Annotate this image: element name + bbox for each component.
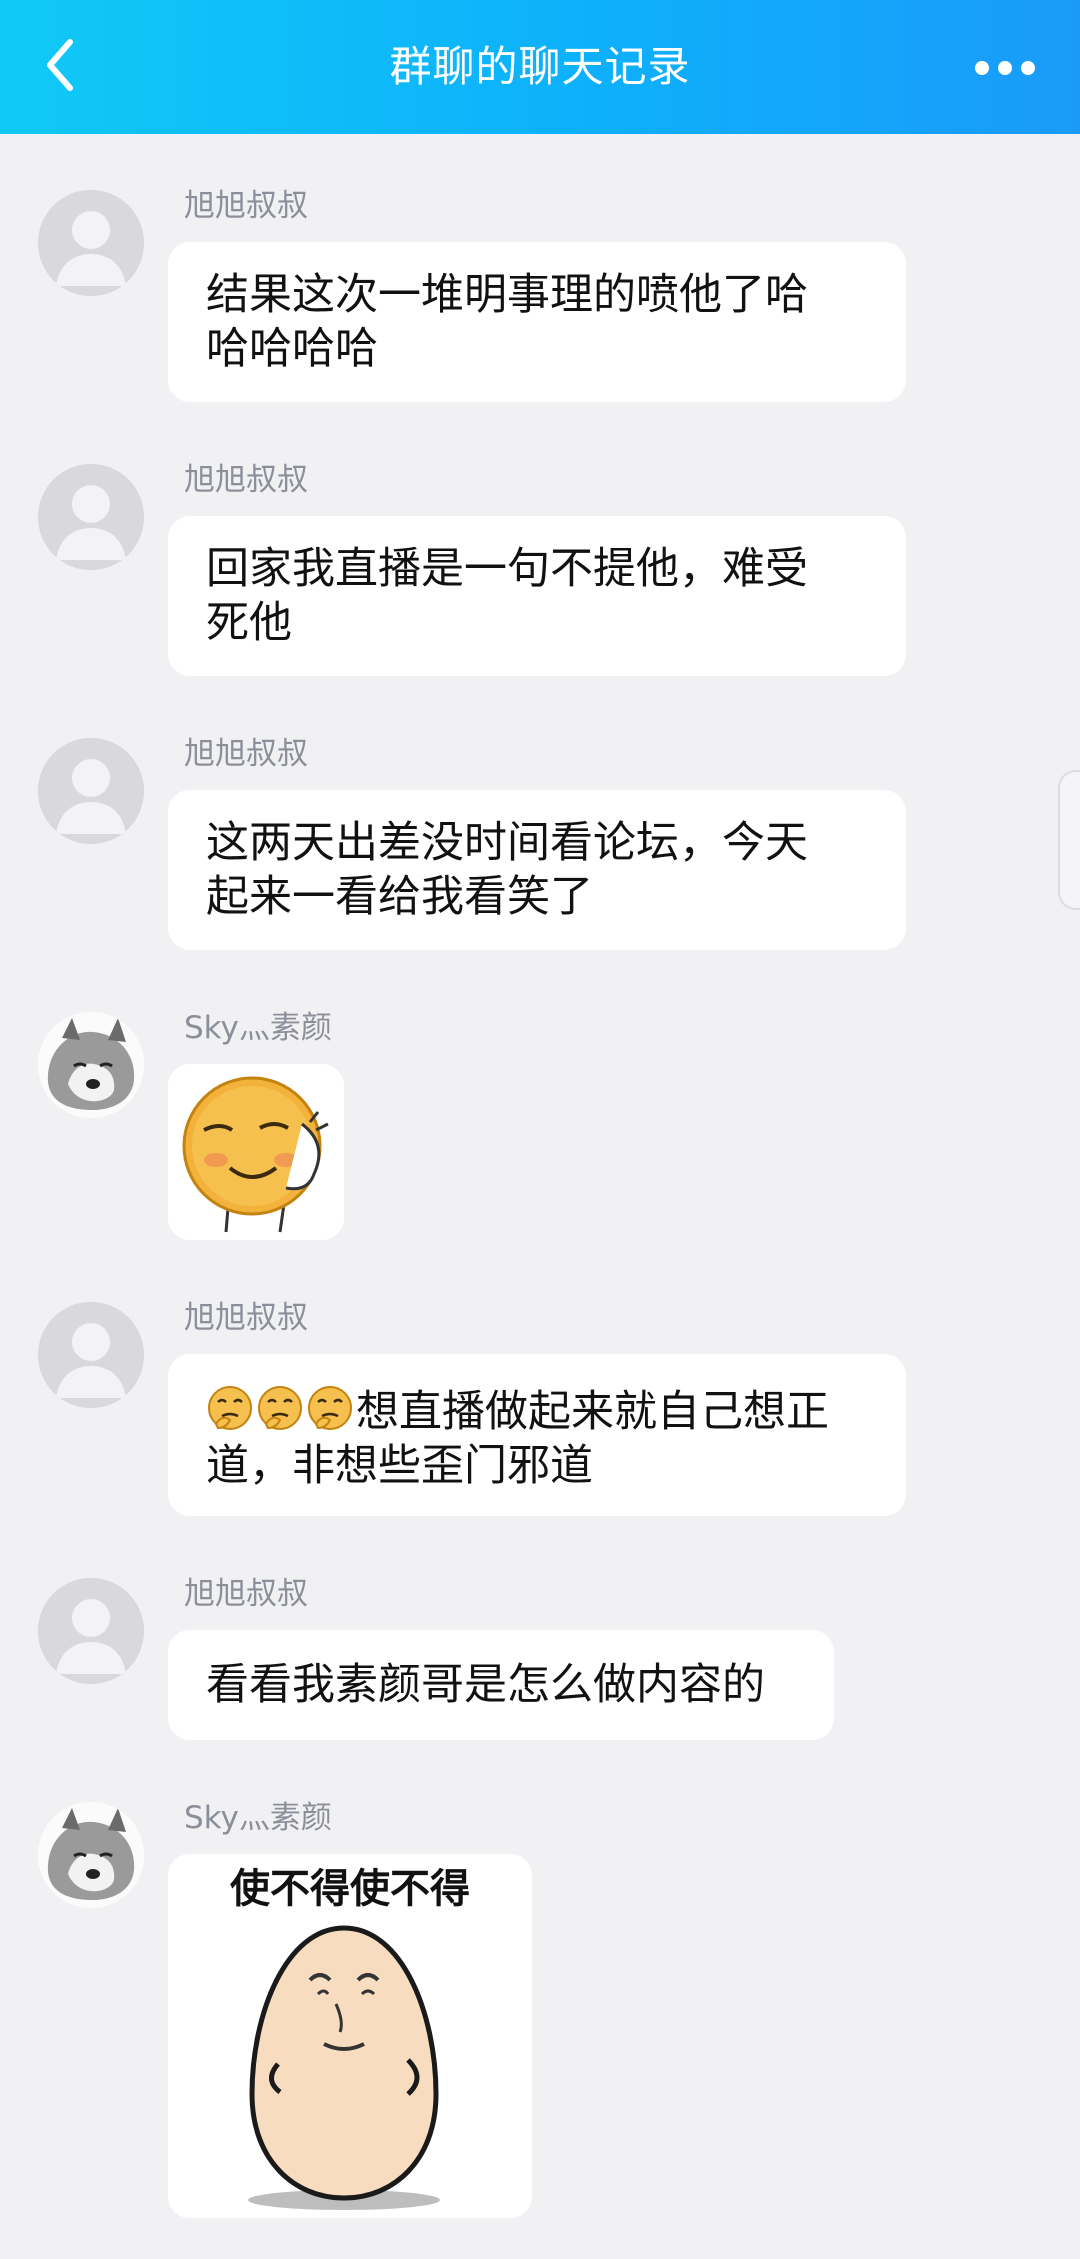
- default-avatar-icon: [38, 464, 144, 570]
- avatar[interactable]: [38, 464, 144, 570]
- sender-name: Sky灬素颜: [184, 1800, 332, 1836]
- default-avatar-icon: [38, 1578, 144, 1684]
- message-bubble[interactable]: 想直播做起来就自己想正 道，非想些歪门邪道: [168, 1354, 906, 1516]
- husky-avatar-icon: [38, 1802, 144, 1908]
- default-avatar-icon: [38, 1302, 144, 1408]
- sender-name: 旭旭叔叔: [184, 736, 308, 772]
- thinking-emoji-icon: [208, 1386, 252, 1430]
- avatar[interactable]: [38, 1012, 144, 1118]
- top-bar: 群聊的聊天记录: [0, 0, 1080, 134]
- husky-avatar-icon: [38, 1012, 144, 1118]
- message-text-line: 结果这次一堆明事理的喷他了哈: [206, 270, 808, 320]
- sticker-message[interactable]: [168, 1064, 344, 1240]
- message-bubble[interactable]: 结果这次一堆明事理的喷他了哈 哈哈哈哈: [168, 242, 906, 402]
- sender-name: 旭旭叔叔: [184, 188, 308, 224]
- avatar[interactable]: [38, 190, 144, 296]
- page-title: 群聊的聊天记录: [389, 42, 691, 91]
- message-text-line: 哈哈哈哈: [206, 324, 378, 374]
- avatar[interactable]: [38, 738, 144, 844]
- sticker-caption: 使不得使不得: [230, 1866, 470, 1912]
- message-bubble[interactable]: 看看我素颜哥是怎么做内容的: [168, 1630, 834, 1740]
- thinking-emoji-icon: [258, 1386, 302, 1430]
- message-text: 想直播做起来就自己想正: [356, 1387, 829, 1437]
- sender-name: 旭旭叔叔: [184, 462, 308, 498]
- avatar[interactable]: [38, 1302, 144, 1408]
- sender-name: 旭旭叔叔: [184, 1300, 308, 1336]
- side-drawer-handle[interactable]: [1058, 770, 1080, 910]
- message-text-line: 道，非想些歪门邪道: [206, 1441, 593, 1491]
- sender-name: Sky灬素颜: [184, 1010, 332, 1046]
- sticker-message[interactable]: 使不得使不得: [168, 1854, 532, 2218]
- message-text-line: 这两天出差没时间看论坛，今天: [206, 818, 808, 868]
- avatar[interactable]: [38, 1802, 144, 1908]
- message-text-line: 死他: [206, 598, 292, 648]
- thinking-emoji-icon: [308, 1386, 352, 1430]
- message-text-line: 想直播做起来就自己想正: [206, 1384, 868, 1439]
- default-avatar-icon: [38, 190, 144, 296]
- more-dots-icon: [975, 61, 1035, 75]
- chat-history-screen: 群聊的聊天记录 旭旭叔叔 结果这次一堆明事理的喷他了哈 哈哈哈哈 旭旭叔叔 回家…: [0, 0, 1080, 2259]
- message-bubble[interactable]: 回家我直播是一句不提他，难受 死他: [168, 516, 906, 676]
- avatar[interactable]: [38, 1578, 144, 1684]
- message-text-line: 起来一看给我看笑了: [206, 872, 593, 922]
- sender-name: 旭旭叔叔: [184, 1576, 308, 1612]
- smug-face-sticker-icon: [168, 1064, 344, 1240]
- egg-man-sticker-icon: 使不得使不得: [168, 1854, 532, 2218]
- default-avatar-icon: [38, 738, 144, 844]
- message-text-line: 回家我直播是一句不提他，难受: [206, 544, 808, 594]
- message-bubble[interactable]: 这两天出差没时间看论坛，今天 起来一看给我看笑了: [168, 790, 906, 950]
- more-button[interactable]: [970, 48, 1040, 88]
- message-text-line: 看看我素颜哥是怎么做内容的: [206, 1660, 765, 1710]
